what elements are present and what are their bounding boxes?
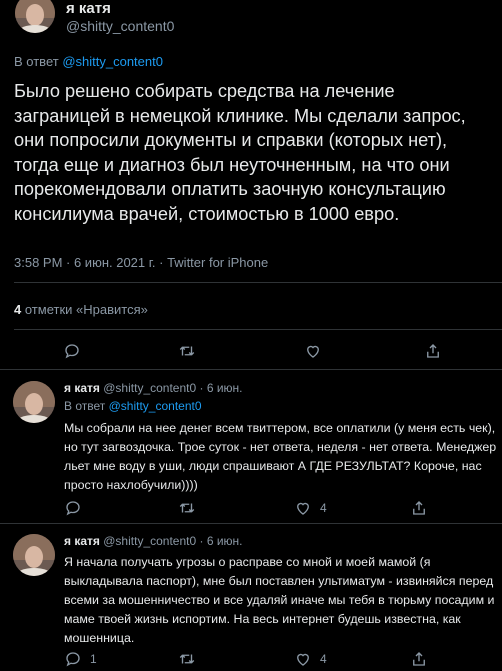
retweet-icon[interactable] (178, 650, 196, 668)
likes-summary[interactable]: 4 отметки «Нравится» (14, 302, 148, 317)
share-icon[interactable] (424, 342, 442, 360)
share-icon[interactable] (410, 499, 428, 517)
like-icon[interactable] (304, 342, 322, 360)
reply-mention-link[interactable]: @shitty_content0 (109, 399, 202, 413)
author-name[interactable]: я катя (64, 381, 100, 395)
tweet-actions: 4 (0, 499, 502, 517)
retweet-icon[interactable] (178, 342, 196, 360)
author-name[interactable]: я катя (66, 0, 111, 17)
tweet-actions: 1 4 (0, 650, 502, 668)
tweet-time[interactable]: · 6 июн. (200, 534, 243, 548)
likes-label: отметки «Нравится» (24, 302, 148, 317)
reply-context: В ответ @shitty_content0 (14, 54, 163, 69)
like-count: 4 (320, 652, 327, 666)
reply-count: 1 (90, 652, 97, 666)
reply-context: В ответ @shitty_content0 (64, 399, 202, 413)
reply-prefix: В ответ (64, 399, 106, 413)
like-count: 4 (320, 501, 327, 515)
divider (0, 369, 502, 370)
likes-count: 4 (14, 302, 22, 317)
reply-header: я катя @shitty_content0 · 6 июн. (64, 381, 243, 395)
tweet-time[interactable]: · 6 июн. (200, 381, 243, 395)
author-handle[interactable]: @shitty_content0 (66, 18, 174, 34)
divider (0, 523, 502, 524)
reply-header: я катя @shitty_content0 · 6 июн. (64, 534, 243, 548)
divider (14, 329, 502, 330)
reply-icon[interactable] (63, 342, 81, 360)
like-icon[interactable] (294, 650, 312, 668)
reply-icon[interactable] (64, 650, 82, 668)
avatar[interactable] (15, 0, 55, 33)
author-name[interactable]: я катя (64, 534, 100, 548)
tweet-meta: 3:58 PM · 6 июн. 2021 г. · Twitter for i… (14, 255, 269, 270)
avatar[interactable] (13, 381, 55, 423)
tweet-text: Я начала получать угрозы о расправе со м… (64, 555, 495, 645)
reply-prefix: В ответ (14, 54, 59, 69)
like-icon[interactable] (294, 499, 312, 517)
divider (14, 282, 502, 283)
share-icon[interactable] (410, 650, 428, 668)
tweet-actions (0, 340, 502, 360)
retweet-icon[interactable] (178, 499, 196, 517)
author-handle[interactable]: @shitty_content0 (103, 534, 196, 548)
avatar[interactable] (13, 534, 55, 576)
reply-tweet[interactable]: я катя @shitty_content0 · 6 июн. В ответ… (0, 381, 502, 521)
reply-tweet[interactable]: я катя @shitty_content0 · 6 июн. Я начал… (0, 534, 502, 671)
tweet-text: Было решено собирать средства на лечение… (14, 81, 466, 224)
reply-mention-link[interactable]: @shitty_content0 (62, 54, 163, 69)
tweet-text: Мы собрали на нее денег всем твиттером, … (64, 421, 497, 492)
author-handle[interactable]: @shitty_content0 (103, 381, 196, 395)
reply-icon[interactable] (64, 499, 82, 517)
